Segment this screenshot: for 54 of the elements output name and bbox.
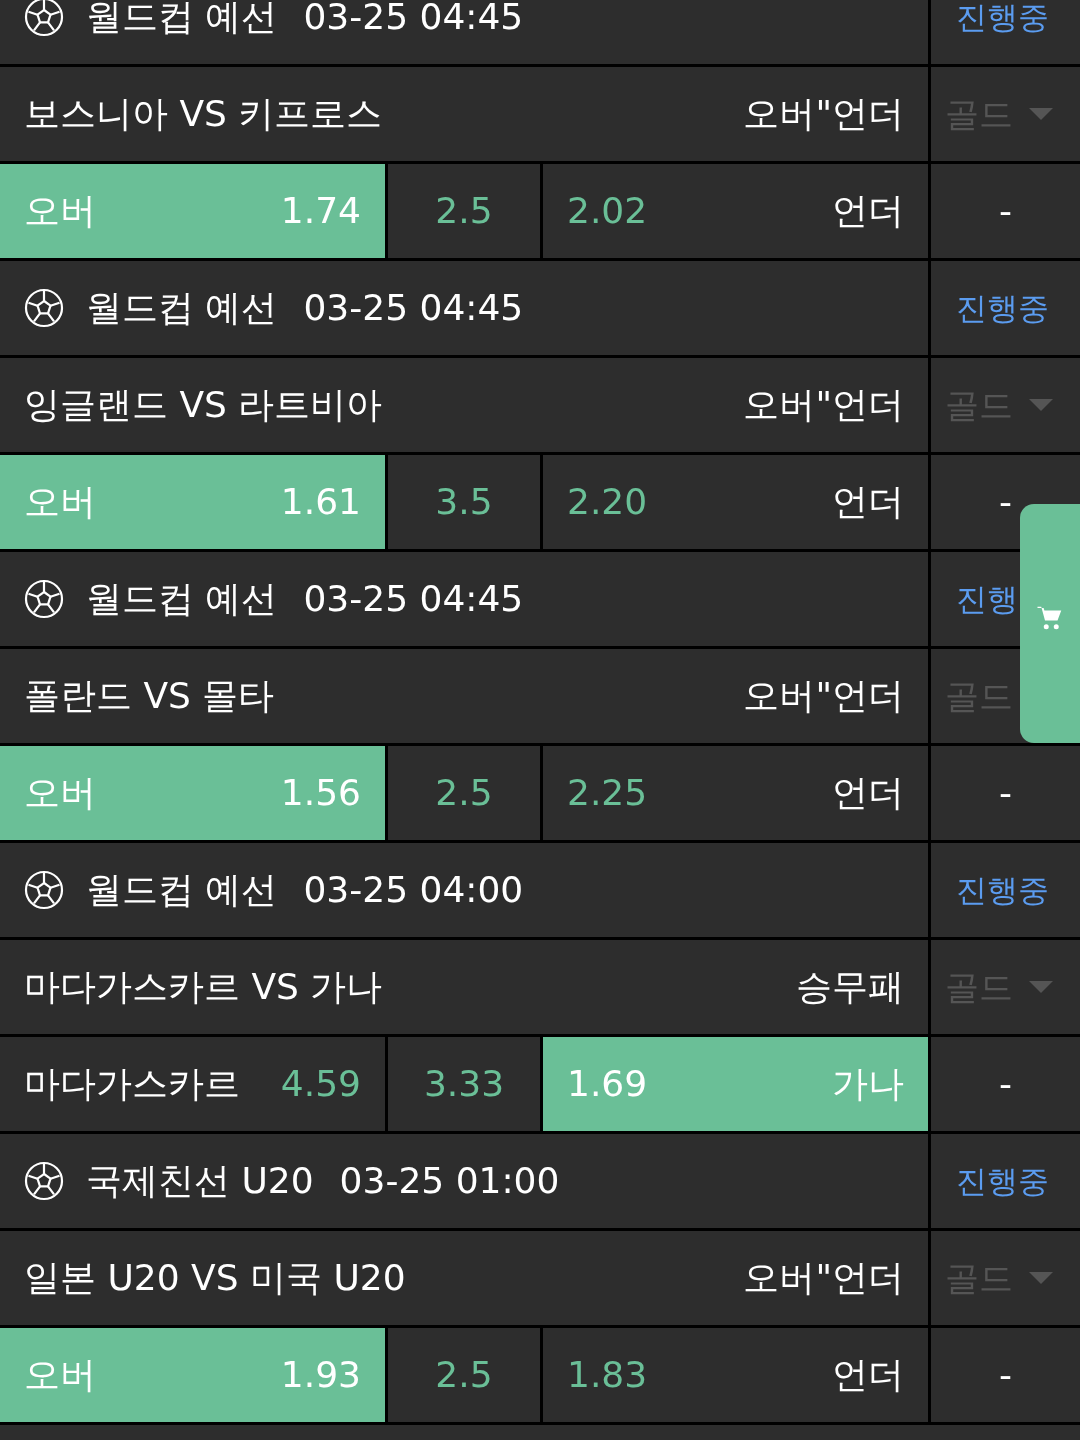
floating-cart-menu[interactable] [1020, 504, 1080, 743]
league-name: 월드컵 예선 [86, 868, 278, 912]
odds-option[interactable]: 2.25 언더 [543, 746, 928, 840]
status-label: 진행중 [956, 288, 1049, 328]
odds-option[interactable]: 오버 1.61 [0, 455, 385, 549]
match-time: 03-25 04:00 [303, 868, 524, 912]
handicap-value: 2.5 [435, 189, 493, 233]
match-time: 03-25 01:00 [339, 1159, 560, 1203]
soccer-ball-icon [24, 1161, 64, 1201]
odds-option[interactable]: 오버 1.56 [0, 746, 385, 840]
market-type: 오버"언더 [743, 383, 904, 427]
odds-option[interactable]: 오버 1.93 [0, 1328, 385, 1422]
league-name: 국제친선 U20 [86, 1159, 314, 1203]
odds-option[interactable]: 마다가스카르 4.59 [0, 1037, 385, 1131]
handicap-value: 2.5 [435, 1353, 493, 1397]
caret-icon [1029, 1272, 1053, 1284]
caret-icon [1029, 399, 1053, 411]
match-teams: 폴란드 VS 몰타 [24, 674, 275, 718]
dash-text: - [999, 1353, 1012, 1397]
odds-option[interactable]: 2.02 언더 [543, 164, 928, 258]
market-type: 승무패 [796, 965, 904, 1009]
market-type: 오버"언더 [743, 674, 904, 718]
odds-option[interactable]: 2.20 언더 [543, 455, 928, 549]
status-label: 진행 [956, 579, 1018, 619]
match-time: 03-25 04:45 [303, 0, 524, 39]
match-time: 03-25 04:45 [303, 286, 524, 330]
dash-text: - [999, 1062, 1012, 1106]
league-name: 월드컵 예선 [86, 286, 278, 330]
match-teams: 보스니아 VS 키프로스 [24, 92, 383, 136]
handicap-value: 2.5 [435, 771, 493, 815]
status-label: 진행중 [956, 870, 1049, 910]
dash-text: - [999, 189, 1012, 233]
match-time: 03-25 04:45 [303, 577, 524, 621]
handicap-value: 3.5 [435, 480, 493, 524]
odds-option[interactable]: 1.69 가나 [543, 1037, 928, 1131]
dash-text: - [999, 480, 1012, 524]
soccer-ball-icon [24, 870, 64, 910]
league-name: 월드컵 예선 [86, 0, 278, 39]
caret-icon [1029, 981, 1053, 993]
league-name: 월드컵 예선 [86, 577, 278, 621]
match-teams: 잉글랜드 VS 라트비아 [24, 383, 383, 427]
match-teams: 마다가스카르 VS 가나 [24, 965, 383, 1009]
soccer-ball-icon [24, 288, 64, 328]
market-type: 오버"언더 [743, 1256, 904, 1300]
status-label: 진행중 [956, 1161, 1049, 1201]
status-label: 진행중 [956, 0, 1049, 37]
odds-option[interactable]: 오버 1.74 [0, 164, 385, 258]
market-type: 오버"언더 [743, 92, 904, 136]
soccer-ball-icon [24, 579, 64, 619]
match-teams: 일본 U20 VS 미국 U20 [24, 1256, 406, 1300]
handicap-value: 3.33 [423, 1062, 505, 1106]
caret-icon [1029, 108, 1053, 120]
dash-text: - [999, 771, 1012, 815]
odds-option[interactable]: 1.83 언더 [543, 1328, 928, 1422]
